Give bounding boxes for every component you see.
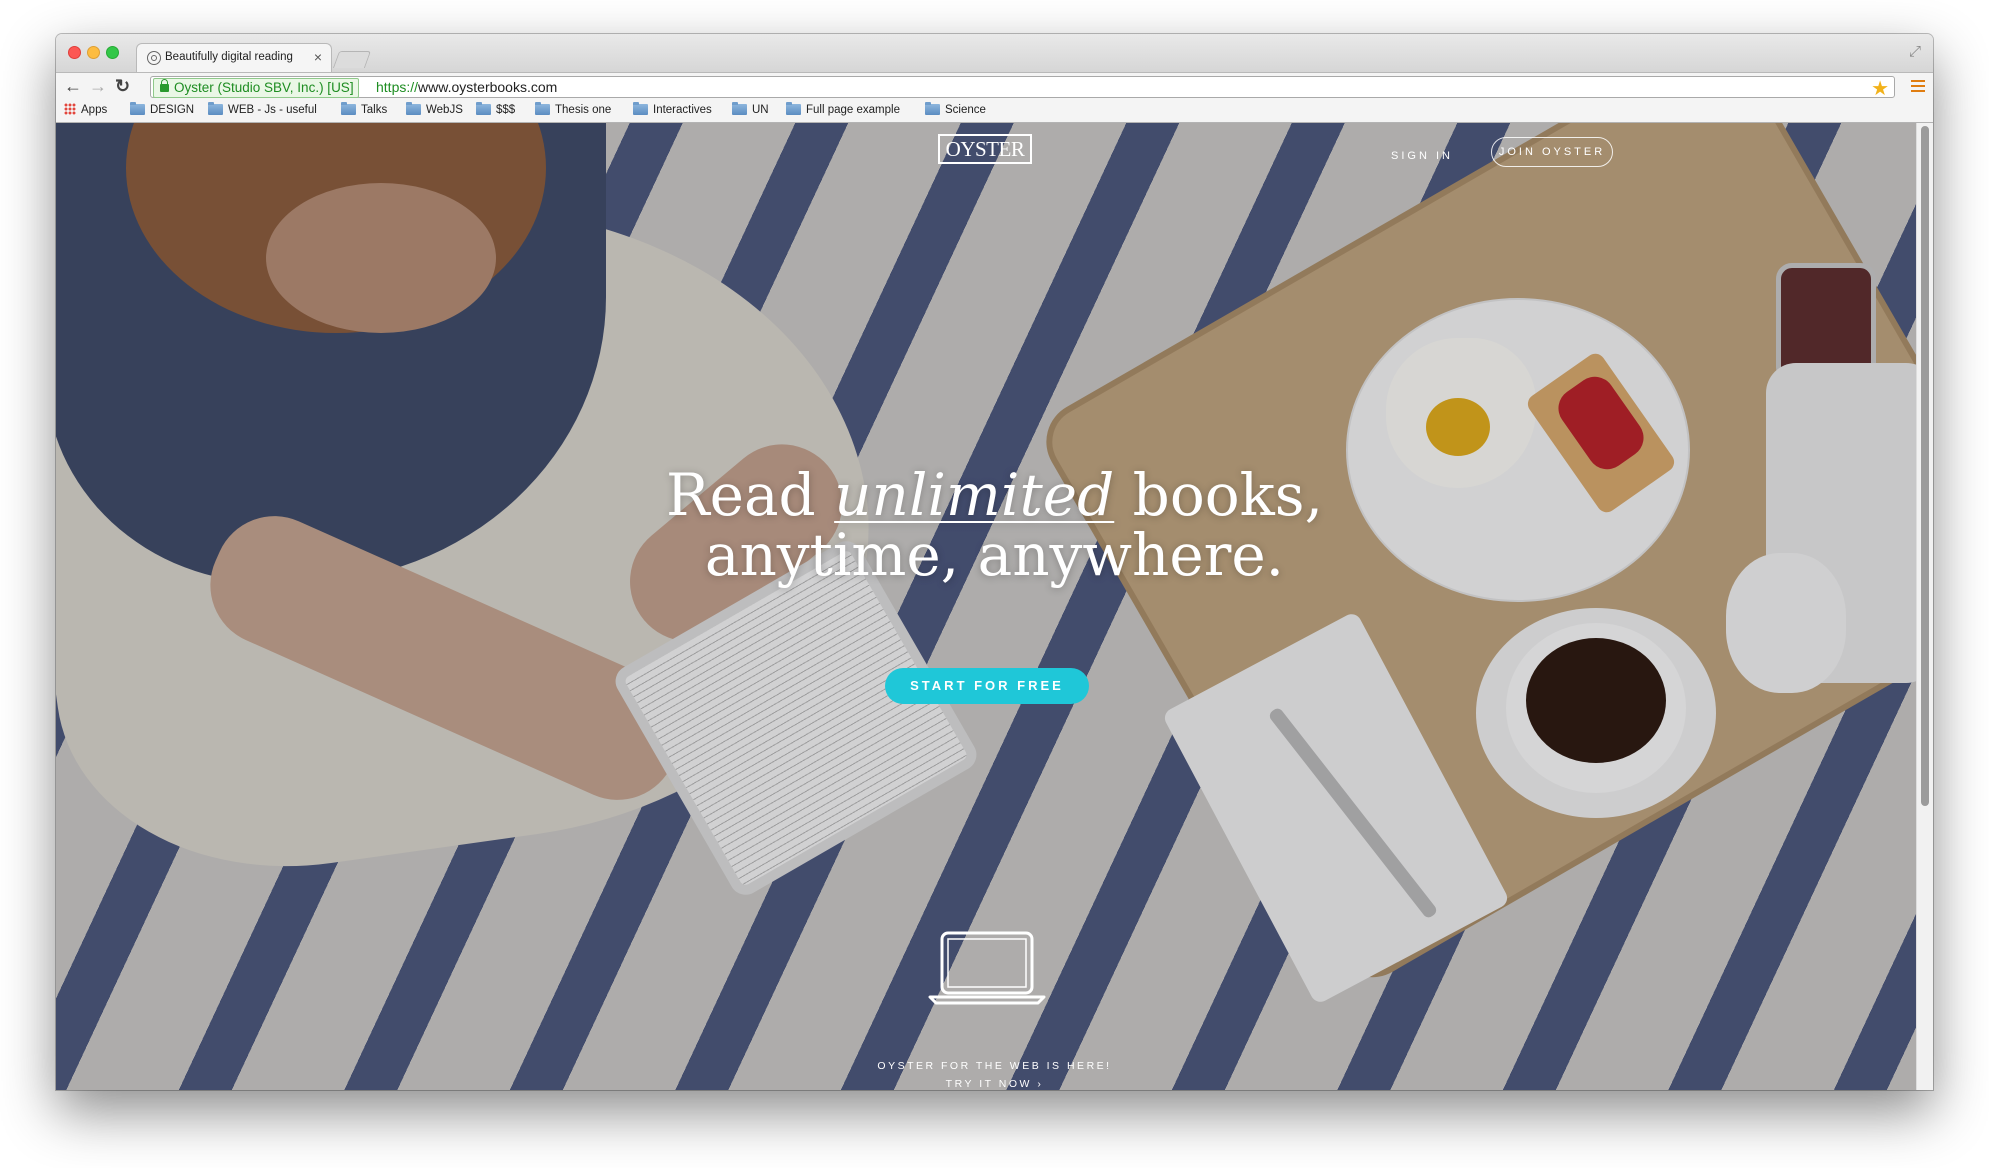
folder-icon: [732, 102, 747, 115]
scrollbar-thumb[interactable]: [1921, 126, 1929, 806]
laptop-icon[interactable]: [928, 931, 1046, 1006]
folder-icon: [786, 102, 801, 115]
hero-line-1: Read unlimited books,: [56, 465, 1917, 525]
bookmark-label: WebJS: [426, 104, 463, 116]
bookmark-label: Talks: [361, 104, 388, 116]
oyster-logo[interactable]: OYSTER: [938, 134, 1032, 164]
folder-icon: [925, 102, 940, 115]
hero-text-books: books,: [1114, 461, 1323, 529]
bookmark-folder-un[interactable]: UN: [732, 102, 769, 118]
close-window-button[interactable]: [68, 46, 81, 59]
folder-icon: [476, 102, 491, 115]
bookmarks-bar: Apps DESIGN WEB - Js - useful Talks WebJ…: [56, 100, 1933, 123]
hero-headline: Read unlimited books, anytime, anywhere.: [56, 465, 1917, 585]
bookmark-label: Full page example: [806, 104, 900, 116]
bookmark-folder-thesis[interactable]: Thesis one: [535, 102, 612, 118]
ev-certificate-badge[interactable]: Oyster (Studio SBV, Inc.) [US]: [153, 78, 359, 98]
page-viewport: OYSTER SIGN IN JOIN OYSTER Read unlimite…: [56, 123, 1917, 1090]
address-bar[interactable]: Oyster (Studio SBV, Inc.) [US] https://w…: [150, 76, 1895, 101]
oyster-favicon-icon: [147, 51, 161, 65]
hero-line-2: anytime, anywhere.: [704, 521, 1285, 589]
tab-close-icon[interactable]: ×: [314, 49, 322, 65]
join-oyster-button[interactable]: JOIN OYSTER: [1491, 137, 1613, 167]
bookmark-label: WEB - Js - useful: [228, 104, 317, 116]
bookmark-folder-webjs[interactable]: WebJS: [406, 102, 463, 118]
bookmark-star-icon[interactable]: ★: [1871, 76, 1889, 101]
bookmark-folder-interactives[interactable]: Interactives: [633, 102, 712, 118]
browser-tab[interactable]: Beautifully digital reading ×: [136, 43, 332, 72]
page-scrollbar[interactable]: [1916, 123, 1933, 1090]
browser-toolbar: ← → ↻ Oyster (Studio SBV, Inc.) [US] htt…: [56, 72, 1933, 101]
bookmark-label: Thesis one: [555, 104, 612, 116]
folder-icon: [535, 102, 550, 115]
folder-icon: [406, 102, 421, 115]
url-scheme: https://: [376, 79, 419, 95]
try-it-now-link[interactable]: TRY IT NOW ›: [56, 1078, 1917, 1090]
minimize-window-button[interactable]: [87, 46, 100, 59]
bookmark-label: Interactives: [653, 104, 712, 116]
hero-text-read: Read: [665, 461, 835, 529]
bookmark-label: DESIGN: [150, 104, 195, 116]
apps-grid-icon: [64, 103, 76, 115]
bookmark-folder-design[interactable]: DESIGN: [130, 102, 195, 118]
web-announcement: OYSTER FOR THE WEB IS HERE!: [877, 1060, 1112, 1072]
bookmark-folder-full-page[interactable]: Full page example: [786, 102, 900, 118]
reload-icon[interactable]: ↻: [115, 76, 130, 96]
bookmark-folder-talks[interactable]: Talks: [341, 102, 388, 118]
forward-arrow-icon[interactable]: →: [89, 76, 107, 96]
bookmark-apps[interactable]: Apps: [64, 103, 107, 118]
browser-window: Beautifully digital reading × ⤢ ← → ↻ Oy…: [56, 34, 1933, 1090]
lock-icon: [160, 79, 169, 92]
bookmark-label: $$$: [496, 104, 516, 116]
start-for-free-button[interactable]: START FOR FREE: [885, 668, 1089, 704]
folder-icon: [208, 102, 223, 115]
sign-in-link[interactable]: SIGN IN: [1391, 150, 1453, 162]
hamburger-menu-icon[interactable]: [1911, 80, 1925, 95]
bookmark-label: Science: [945, 104, 986, 116]
url-text[interactable]: https://www.oysterbooks.com: [376, 79, 557, 95]
bookmark-label: UN: [752, 104, 769, 116]
tab-title: Beautifully digital reading: [165, 51, 293, 63]
url-host: www.oysterbooks.com: [418, 79, 558, 95]
bookmark-label: Apps: [81, 104, 108, 116]
maximize-window-button[interactable]: [106, 46, 119, 59]
folder-icon: [633, 102, 648, 115]
bookmark-folder-science[interactable]: Science: [925, 102, 986, 118]
folder-icon: [130, 102, 145, 115]
hero-text-unlimited: unlimited: [834, 461, 1115, 529]
bookmark-folder-money[interactable]: $$$: [476, 102, 516, 118]
title-bar: Beautifully digital reading × ⤢: [56, 34, 1933, 72]
folder-icon: [341, 102, 356, 115]
bookmark-folder-web-js[interactable]: WEB - Js - useful: [208, 102, 317, 118]
ev-certificate-name: Oyster (Studio SBV, Inc.) [US]: [174, 80, 354, 95]
back-arrow-icon[interactable]: ←: [64, 76, 82, 96]
fullscreen-icon[interactable]: ⤢: [1909, 43, 1921, 60]
new-tab-button[interactable]: [332, 51, 372, 68]
